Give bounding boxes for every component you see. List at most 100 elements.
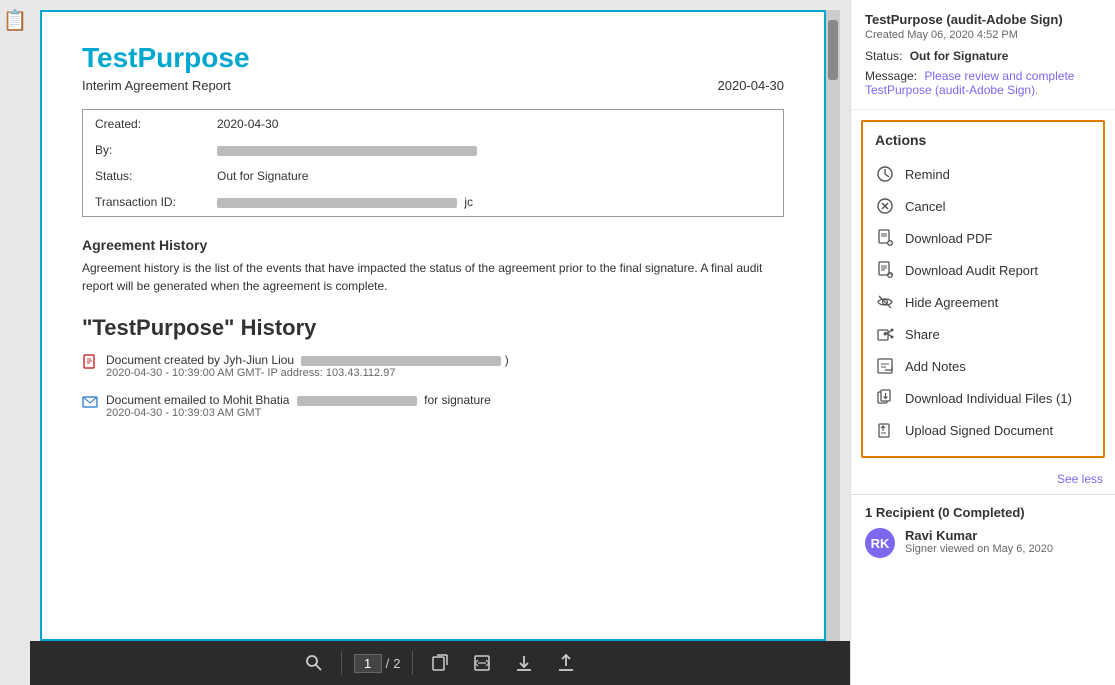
history-item-created: Document created by Jyh-Jiun Liou ) 2020… [82, 353, 784, 379]
action-upload-signed[interactable]: Upload Signed Document [875, 414, 1091, 446]
action-label: Remind [905, 167, 950, 182]
agreement-history-text: Agreement history is the list of the eve… [82, 259, 784, 295]
scrollbar[interactable] [826, 10, 840, 641]
history-date: 2020-04-30 - 10:39:03 AM GMT [106, 407, 491, 419]
fit-width-icon [473, 654, 491, 672]
doc-date: 2020-04-30 [718, 78, 785, 93]
upload-button[interactable] [551, 650, 581, 676]
toolbar-divider [341, 651, 342, 675]
toolbar-divider [412, 651, 413, 675]
recipient-item: RK Ravi Kumar Signer viewed on May 6, 20… [865, 528, 1101, 558]
download-files-icon [875, 388, 895, 408]
history-content-created: Document created by Jyh-Jiun Liou ) 2020… [106, 353, 509, 379]
doc-emailed-icon [82, 394, 98, 410]
notes-icon [875, 356, 895, 376]
message-label: Message: [865, 69, 917, 83]
redacted-bar [297, 396, 417, 406]
download-audit-icon [875, 260, 895, 280]
action-label: Cancel [905, 199, 945, 214]
action-download-audit[interactable]: Download Audit Report [875, 254, 1091, 286]
history-content-emailed: Document emailed to Mohit Bhatia for sig… [106, 393, 491, 419]
table-cell-label: Status: [85, 164, 205, 188]
action-label: Download PDF [905, 231, 992, 246]
page-indicator: / 2 [354, 654, 401, 673]
page-separator: / [386, 656, 390, 671]
table-row: Transaction ID: jc [85, 190, 781, 214]
rp-doc-title: TestPurpose (audit-Adobe Sign) [865, 12, 1101, 27]
download-button[interactable] [509, 650, 539, 676]
agreement-history-title: Agreement History [82, 237, 784, 253]
action-download-files[interactable]: Download Individual Files (1) [875, 382, 1091, 414]
history-line: Document created by Jyh-Jiun Liou ) [106, 353, 509, 367]
doc-created-icon [82, 354, 98, 370]
doc-subtitle-row: Interim Agreement Report 2020-04-30 [82, 78, 784, 93]
redacted-content [217, 146, 477, 156]
main-area: TestPurpose Interim Agreement Report 202… [30, 0, 850, 685]
action-notes[interactable]: Add Notes [875, 350, 1091, 382]
recipient-viewed: Signer viewed on May 6, 2020 [905, 543, 1053, 555]
recipient-avatar: RK [865, 528, 895, 558]
doc-title: TestPurpose [82, 42, 784, 74]
rp-message-row: Message: Please review and complete Test… [865, 69, 1101, 97]
cancel-icon [875, 196, 895, 216]
table-row: Status: Out for Signature [85, 164, 781, 188]
rp-header: TestPurpose (audit-Adobe Sign) Created M… [851, 0, 1115, 110]
table-cell-label: By: [85, 138, 205, 162]
upload-signed-icon [875, 420, 895, 440]
doc-page: TestPurpose Interim Agreement Report 202… [40, 10, 826, 641]
scrollbar-thumb[interactable] [828, 20, 838, 80]
page-total: 2 [393, 656, 400, 671]
history-item-emailed: Document emailed to Mohit Bhatia for sig… [82, 393, 784, 419]
table-cell-label: Transaction ID: [85, 190, 205, 214]
table-cell-value: 2020-04-30 [207, 112, 781, 136]
share-icon [875, 324, 895, 344]
action-label: Download Individual Files (1) [905, 391, 1072, 406]
recipient-info: Ravi Kumar Signer viewed on May 6, 2020 [905, 528, 1053, 555]
action-share[interactable]: Share [875, 318, 1091, 350]
redacted-content [217, 198, 457, 208]
table-row: Created: 2020-04-30 [85, 112, 781, 136]
action-label: Add Notes [905, 359, 966, 374]
action-cancel[interactable]: Cancel [875, 190, 1091, 222]
rp-status-row: Status: Out for Signature [865, 49, 1101, 63]
hide-icon [875, 292, 895, 312]
status-label: Status: [865, 49, 902, 63]
recipient-header: 1 Recipient (0 Completed) [865, 505, 1101, 520]
fit-width-button[interactable] [467, 650, 497, 676]
rp-created: Created May 06, 2020 4:52 PM [865, 29, 1101, 41]
status-value: Out for Signature [910, 49, 1009, 63]
table-cell-value: jc [207, 190, 781, 214]
doc-thumb-icon: 📋 [3, 8, 28, 33]
action-label: Download Audit Report [905, 263, 1038, 278]
toolbar: / 2 [30, 641, 850, 685]
action-remind[interactable]: Remind [875, 158, 1091, 190]
right-panel: TestPurpose (audit-Adobe Sign) Created M… [850, 0, 1115, 685]
action-hide[interactable]: Hide Agreement [875, 286, 1091, 318]
fit-page-icon [431, 654, 449, 672]
download-pdf-icon [875, 228, 895, 248]
table-cell-label: Created: [85, 112, 205, 136]
actions-title: Actions [875, 132, 1091, 148]
history-line: Document emailed to Mohit Bhatia for sig… [106, 393, 491, 407]
action-label: Hide Agreement [905, 295, 998, 310]
history-heading: "TestPurpose" History [82, 315, 784, 341]
search-button[interactable] [299, 650, 329, 676]
download-icon [515, 654, 533, 672]
action-download-pdf[interactable]: Download PDF [875, 222, 1091, 254]
fit-page-button[interactable] [425, 650, 455, 676]
history-date: 2020-04-30 - 10:39:00 AM GMT- IP address… [106, 367, 509, 379]
table-row: By: [85, 138, 781, 162]
page-number-input[interactable] [354, 654, 382, 673]
action-label: Upload Signed Document [905, 423, 1053, 438]
search-icon [305, 654, 323, 672]
thumbnail-panel: 📋 [0, 0, 30, 685]
recipient-section: 1 Recipient (0 Completed) RK Ravi Kumar … [851, 494, 1115, 568]
doc-subtitle: Interim Agreement Report [82, 78, 231, 93]
doc-container: TestPurpose Interim Agreement Report 202… [30, 0, 850, 641]
action-label: Share [905, 327, 940, 342]
see-less-link[interactable]: See less [851, 468, 1115, 494]
actions-box: Actions Remind Cancel [861, 120, 1105, 458]
table-cell-value: Out for Signature [207, 164, 781, 188]
upload-icon [557, 654, 575, 672]
recipient-name: Ravi Kumar [905, 528, 1053, 543]
